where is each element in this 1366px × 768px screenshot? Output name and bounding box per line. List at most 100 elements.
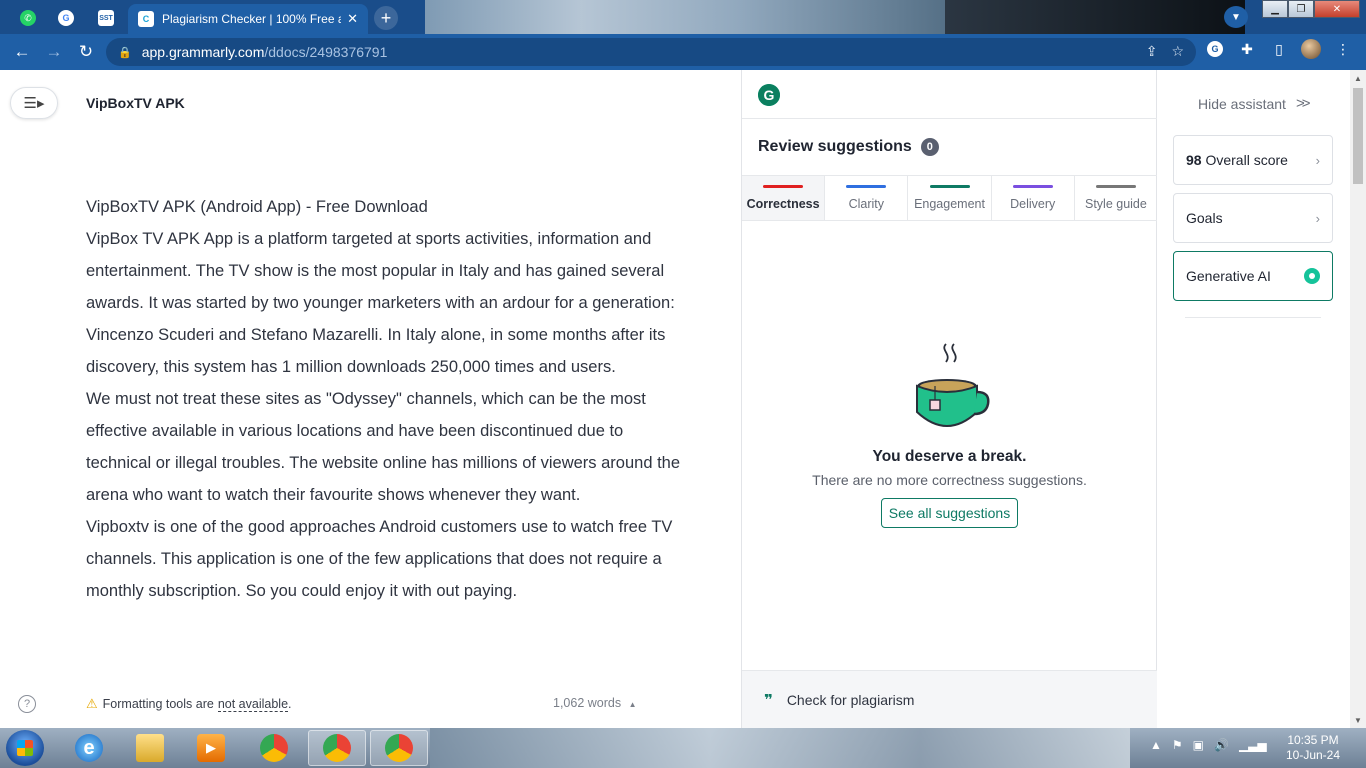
empty-subtitle: There are no more correctness suggestion… xyxy=(812,472,1087,488)
tab-active[interactable]: C Plagiarism Checker | 100% Free a ✕ xyxy=(128,4,368,34)
check-plagiarism-button[interactable]: ❞ Check for plagiarism xyxy=(742,670,1157,728)
doc-paragraph[interactable]: Vipboxtv is one of the good approaches A… xyxy=(86,511,686,607)
formatting-note-suffix: . xyxy=(288,697,292,711)
tab-clarity[interactable]: Clarity xyxy=(825,176,909,220)
double-chevron-right-icon: >> xyxy=(1295,95,1310,112)
side-divider xyxy=(1185,317,1321,318)
plagiarism-label: Check for plagiarism xyxy=(786,691,915,708)
extensions-puzzle-icon[interactable]: ✚ xyxy=(1236,38,1258,60)
review-title: Review suggestions xyxy=(758,138,912,155)
taskbar-chrome-profile-2[interactable] xyxy=(370,730,428,766)
chrome-icon xyxy=(260,734,288,762)
reload-button[interactable]: ↻ xyxy=(70,36,102,68)
tab-whatsapp[interactable]: ✆ xyxy=(10,4,46,32)
minimize-button[interactable]: ▁ xyxy=(1262,0,1288,18)
hide-assistant-label: Hide assistant xyxy=(1198,95,1286,112)
chrome-icon xyxy=(323,734,351,762)
side-panel-icon[interactable]: ▯ xyxy=(1268,38,1290,60)
doc-paragraph[interactable]: We must not treat these sites as "Odysse… xyxy=(86,383,686,511)
close-icon[interactable]: ✕ xyxy=(347,11,358,27)
taskbar-ie[interactable]: e xyxy=(60,730,118,766)
scroll-down-icon[interactable]: ▼ xyxy=(1350,712,1366,728)
taskbar-chrome-profile-1[interactable] xyxy=(308,730,366,766)
doc-paragraph[interactable]: VipBox TV APK App is a platform targeted… xyxy=(86,223,686,383)
scroll-up-icon[interactable]: ▲ xyxy=(1350,70,1366,86)
tab-google[interactable]: G xyxy=(48,4,84,32)
forward-button[interactable]: → xyxy=(38,36,70,68)
tab-label: Clarity xyxy=(848,197,885,211)
editor-pane: ☰▸ VipBoxTV APK VipBoxTV APK (Android Ap… xyxy=(0,70,741,728)
tab-title: Plagiarism Checker | 100% Free a xyxy=(162,12,342,26)
hide-assistant-button[interactable]: Hide assistant >> xyxy=(1198,95,1310,112)
tab-engagement[interactable]: Engagement xyxy=(908,176,992,220)
tab-correctness[interactable]: Correctness xyxy=(742,176,826,220)
grammarly-logo: G xyxy=(758,84,780,106)
window-controls: ▁ ❐ ✕ xyxy=(1262,0,1360,18)
score-value: 98 xyxy=(1186,152,1202,168)
tab-style-guide[interactable]: Style guide xyxy=(1075,176,1157,220)
profile-avatar[interactable] xyxy=(1300,38,1322,60)
system-tray: ▲ ⚑ ▣ 🔊 ▁▃▅ xyxy=(1150,738,1267,752)
formatting-not-available-link[interactable]: not available xyxy=(217,697,289,712)
taskbar-explorer[interactable] xyxy=(121,730,179,766)
browser-toolbar: ← → ↻ 🔒 app.grammarly.com/ddocs/24983767… xyxy=(0,34,1366,70)
folder-icon xyxy=(136,734,164,762)
extension-area: G ✚ ▯ ⋮ xyxy=(1204,38,1354,60)
generative-ai-card[interactable]: Generative AI xyxy=(1173,251,1333,301)
category-color-bar xyxy=(1012,185,1053,188)
grammarly-extension-icon[interactable]: G xyxy=(1204,38,1226,60)
action-center-flag-icon[interactable]: ⚑ xyxy=(1172,738,1183,752)
tab-delivery[interactable]: Delivery xyxy=(992,176,1075,220)
review-suggestions-header: Review suggestions 0 xyxy=(758,138,939,156)
grammarly-logo-icon: G xyxy=(758,84,780,106)
see-all-suggestions-button[interactable]: See all suggestions xyxy=(880,498,1019,528)
scroll-thumb[interactable] xyxy=(1353,88,1363,184)
back-button[interactable]: ← xyxy=(6,36,38,68)
clock[interactable]: 10:35 PM 10-Jun-24 xyxy=(1278,733,1348,763)
new-tab-button[interactable]: + xyxy=(374,6,398,30)
word-count[interactable]: 1,062 words ▲ xyxy=(553,696,637,710)
clock-date: 10-Jun-24 xyxy=(1285,748,1341,762)
start-button[interactable] xyxy=(6,730,44,766)
goals-card[interactable]: Goals › xyxy=(1173,193,1333,243)
page-scrollbar[interactable]: ▲ ▼ xyxy=(1350,70,1366,728)
tab-label: Style guide xyxy=(1084,197,1147,211)
maximize-button[interactable]: ❐ xyxy=(1288,0,1314,18)
category-color-bar xyxy=(929,185,970,188)
tab-strip: ✆ G SST C Plagiarism Checker | 100% Free… xyxy=(0,0,1366,34)
doc-body[interactable]: VipBoxTV APK (Android App) - Free Downlo… xyxy=(86,191,686,607)
omnibox-actions: ⇪ ☆ xyxy=(1146,43,1184,60)
taskbar-media-player[interactable]: ▶ xyxy=(182,730,240,766)
google-icon: G xyxy=(58,10,74,26)
tab-sst[interactable]: SST xyxy=(88,4,124,32)
menu-button[interactable]: ☰▸ xyxy=(10,87,58,119)
page-content: ☰▸ VipBoxTV APK VipBoxTV APK (Android Ap… xyxy=(0,70,1366,728)
help-icon[interactable]: ? xyxy=(18,695,36,713)
tray-expand-icon[interactable]: ▲ xyxy=(1150,738,1162,752)
address-bar[interactable]: 🔒 app.grammarly.com/ddocs/2498376791 ⇪ ☆ xyxy=(106,38,1196,66)
media-player-icon: ▶ xyxy=(197,734,225,762)
volume-icon[interactable]: 🔊 xyxy=(1214,738,1229,752)
goals-label: Goals xyxy=(1186,210,1223,226)
warning-icon: ⚠ xyxy=(86,696,98,711)
windows-taskbar: e ▶ ▲ ⚑ ▣ 🔊 ▁▃▅ 10:35 PM 10-Jun-24 xyxy=(0,728,1366,768)
windows-logo-icon xyxy=(17,740,33,756)
bookmark-star-icon[interactable]: ☆ xyxy=(1171,43,1184,60)
doc-heading[interactable]: VipBoxTV APK (Android App) - Free Downlo… xyxy=(86,191,686,223)
category-tabs: Correctness Clarity Engagement Delivery Styl… xyxy=(742,175,1157,221)
hamburger-icon: ☰▸ xyxy=(23,95,45,112)
tab-search-button[interactable]: ▼ xyxy=(1224,6,1248,28)
signal-icon[interactable]: ▁▃▅ xyxy=(1239,738,1267,752)
doc-title[interactable]: VipBoxTV APK xyxy=(86,95,185,111)
tea-cup-icon xyxy=(915,343,990,427)
window-close-button[interactable]: ✕ xyxy=(1314,0,1360,18)
taskbar-chrome[interactable] xyxy=(245,730,303,766)
more-menu-icon[interactable]: ⋮ xyxy=(1332,38,1354,60)
network-device-icon[interactable]: ▣ xyxy=(1193,738,1204,752)
avatar xyxy=(1301,39,1321,59)
formatting-note-prefix: Formatting tools are xyxy=(102,697,214,711)
internet-explorer-icon: e xyxy=(75,734,103,762)
share-icon[interactable]: ⇪ xyxy=(1146,43,1158,60)
overall-score-card[interactable]: 98 Overall score › xyxy=(1173,135,1333,185)
tab-label: Delivery xyxy=(1010,197,1056,211)
